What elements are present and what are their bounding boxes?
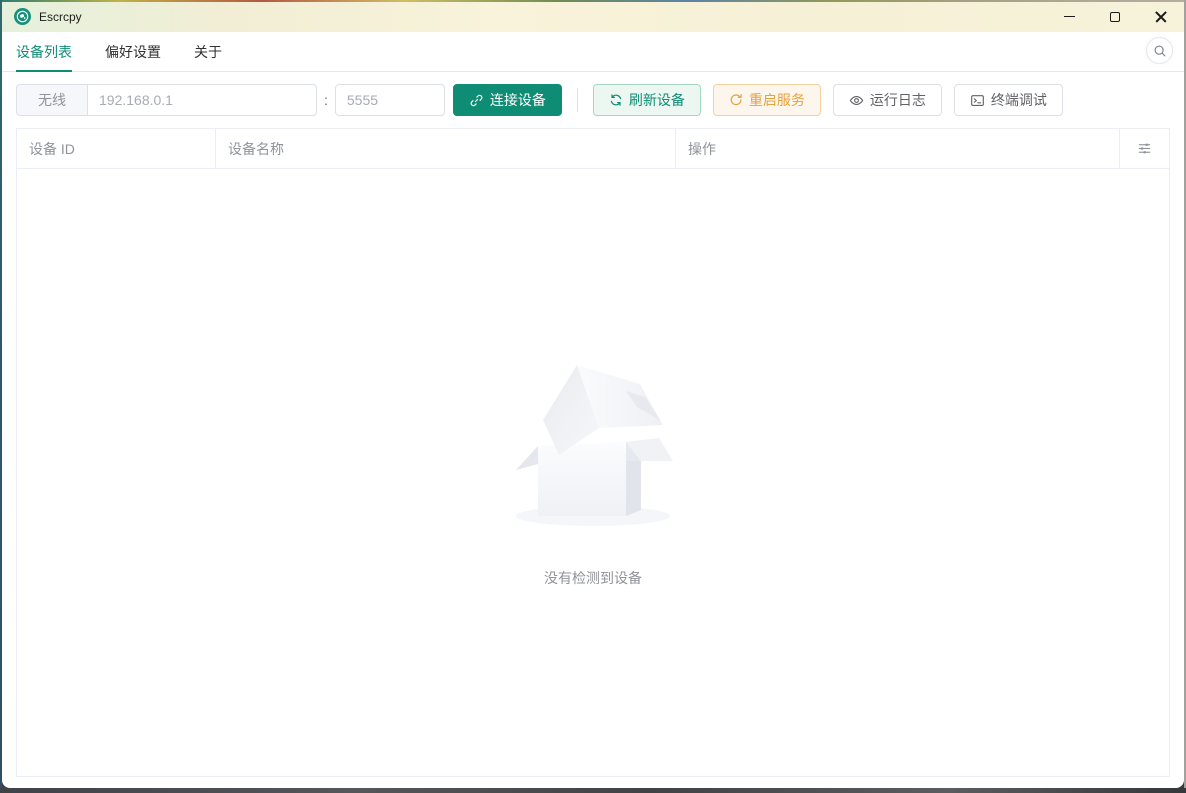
window-top-edge <box>0 0 1186 2</box>
restart-service-label: 重启服务 <box>748 92 805 108</box>
connect-device-button[interactable]: 连接设备 <box>452 84 562 116</box>
desktop-backdrop: Escrcpy 设备列表 偏好设置 关于 无线 192.168.0.1: 55… <box>0 0 1186 793</box>
tab-preferences-label: 偏好设置 <box>105 43 161 60</box>
minimize-button[interactable] <box>1046 1 1092 32</box>
window-title: Escrcpy <box>39 9 82 24</box>
toolbar-divider <box>576 88 578 112</box>
restart-service-button[interactable]: 重启服务 <box>712 84 821 116</box>
app-window: Escrcpy 设备列表 偏好设置 关于 无线 192.168.0.1: 55… <box>2 1 1184 788</box>
device-table-header: 设备 ID 设备名称 操作 <box>17 129 1169 169</box>
port-separator: : <box>324 92 328 108</box>
device-table: 设备 ID 设备名称 操作 没有检测到设备 <box>16 128 1170 777</box>
wireless-label: 无线 <box>16 84 87 116</box>
refresh-devices-button[interactable]: 刷新设备 <box>592 84 701 116</box>
restart-icon <box>730 93 742 106</box>
connect-device-label: 连接设备 <box>489 92 546 108</box>
titlebar: Escrcpy <box>2 1 1184 32</box>
refresh-icon <box>610 94 622 106</box>
tab-about[interactable]: 关于 <box>194 32 222 71</box>
search-icon <box>1154 45 1165 56</box>
port-input[interactable] <box>334 84 445 116</box>
run-log-button[interactable]: 运行日志 <box>832 84 942 116</box>
window-left-edge <box>0 0 2 788</box>
column-header-device-name: 设备名称 <box>216 129 676 168</box>
tab-device-list-label: 设备列表 <box>16 43 72 60</box>
close-icon <box>1155 11 1167 23</box>
maximize-button[interactable] <box>1092 1 1138 32</box>
link-icon <box>470 94 483 106</box>
terminal-debug-label: 终端调试 <box>990 92 1047 108</box>
tab-about-label: 关于 <box>194 43 222 60</box>
terminal-debug-button[interactable]: 终端调试 <box>953 84 1063 116</box>
column-settings-button[interactable] <box>1120 129 1169 168</box>
terminal-icon <box>971 94 984 106</box>
wireless-address-group: 无线 <box>16 84 317 116</box>
refresh-devices-label: 刷新设备 <box>628 92 685 108</box>
run-log-label: 运行日志 <box>869 92 926 108</box>
column-header-device-id: 设备 ID <box>17 129 216 168</box>
close-button[interactable] <box>1138 1 1184 32</box>
minimize-icon <box>1063 16 1075 17</box>
tab-bar: 设备列表 偏好设置 关于 <box>2 32 1184 72</box>
column-header-actions: 操作 <box>676 129 1120 168</box>
ip-address-input[interactable] <box>87 84 317 116</box>
eye-icon <box>849 95 864 105</box>
empty-box-illustration <box>516 364 673 526</box>
connection-toolbar: 无线 : 连接设备 刷 <box>2 72 1184 128</box>
tab-device-list[interactable]: 设备列表 <box>16 32 72 72</box>
window-controls <box>1046 1 1184 32</box>
tab-preferences[interactable]: 偏好设置 <box>105 32 161 71</box>
empty-state-text: 没有检测到设备 <box>544 569 642 586</box>
maximize-icon <box>1110 11 1120 22</box>
search-button[interactable] <box>1146 37 1173 64</box>
app-logo-icon <box>14 8 31 25</box>
sliders-icon <box>1138 143 1151 154</box>
device-table-body: 没有检测到设备 <box>17 169 1169 776</box>
